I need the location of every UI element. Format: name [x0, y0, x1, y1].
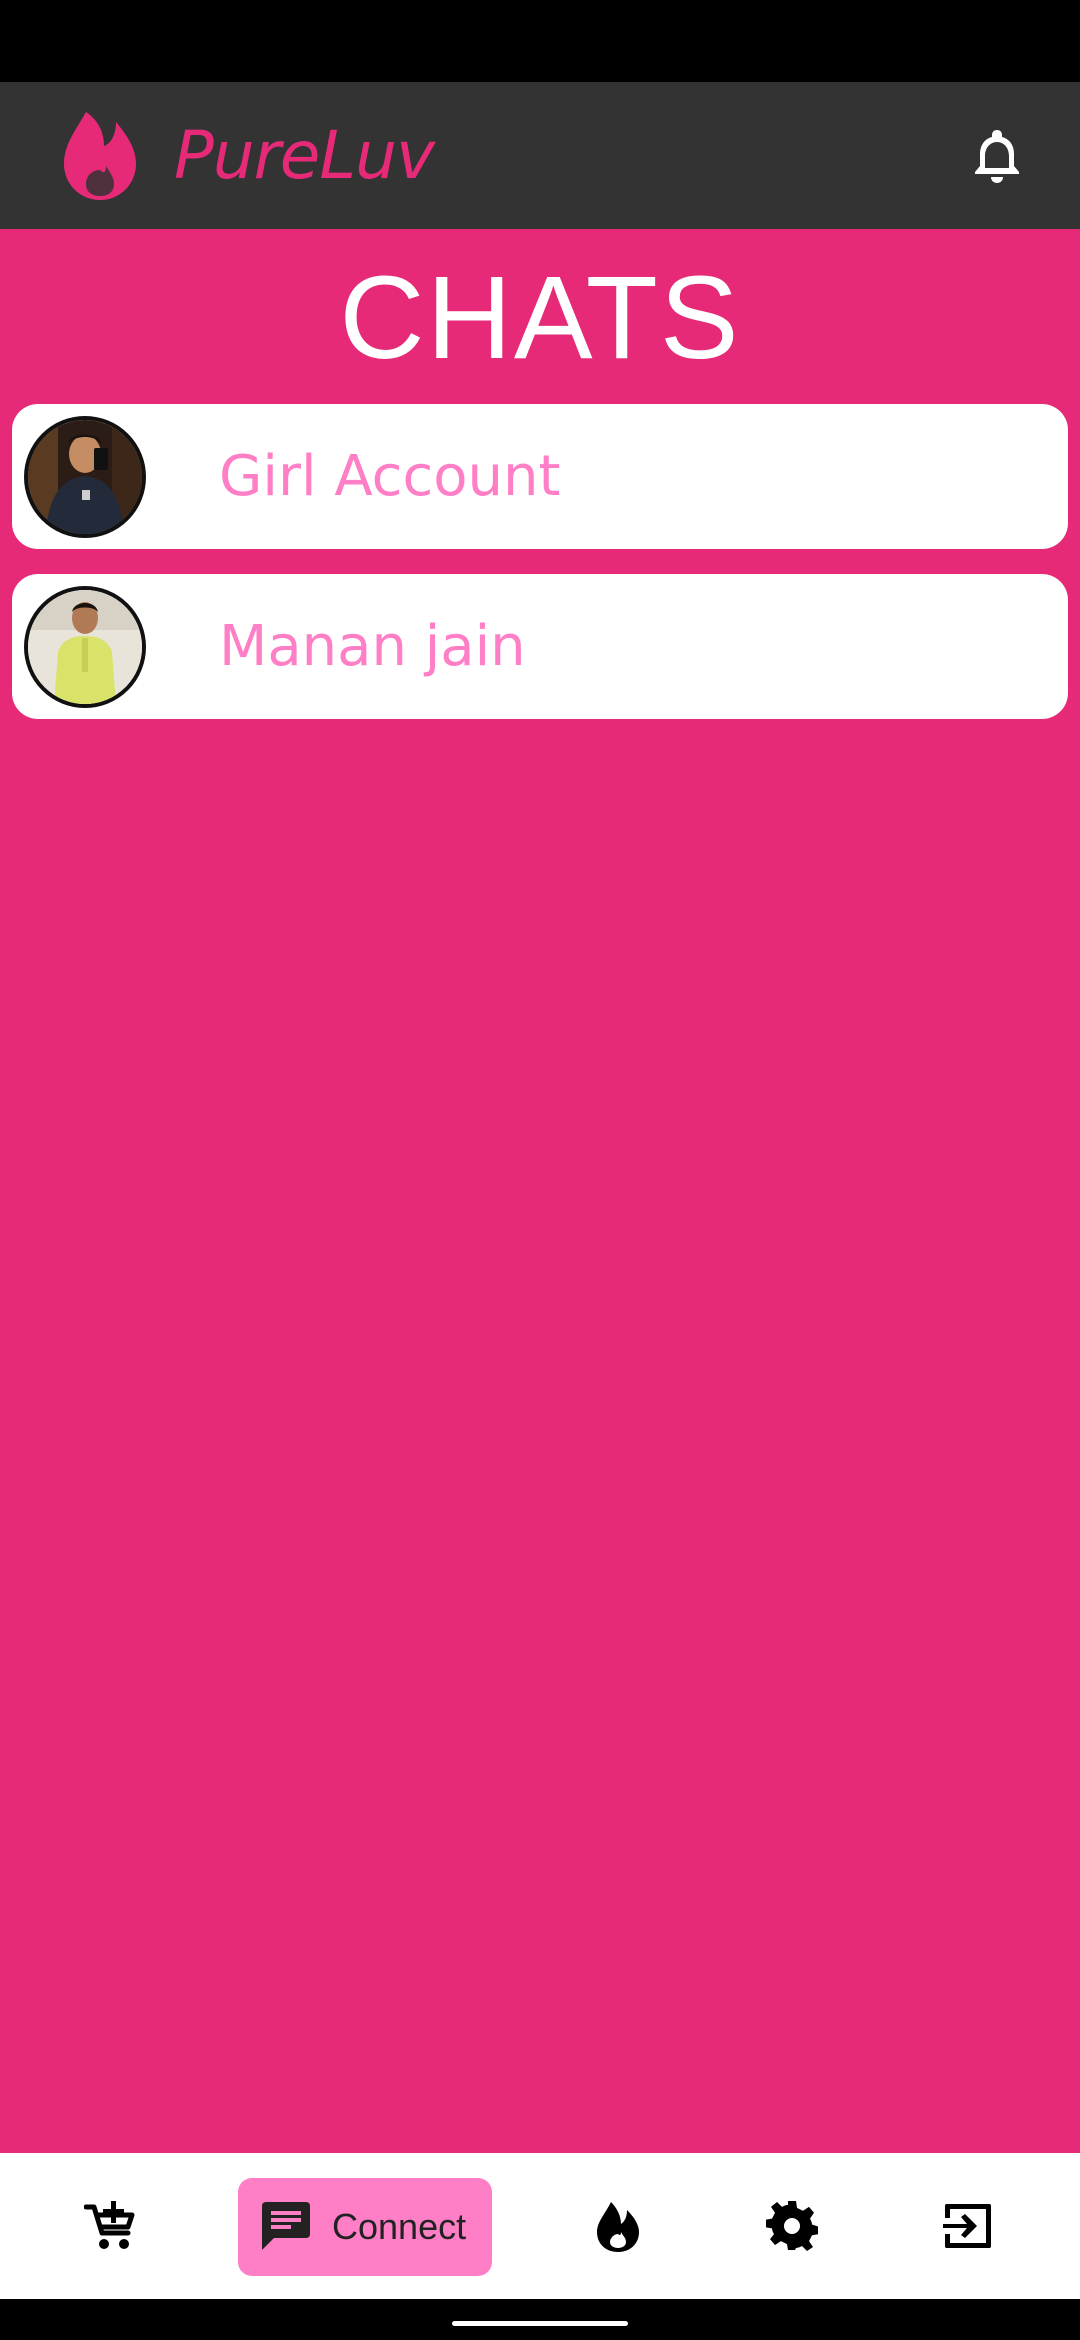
- add-to-cart-icon: [84, 2201, 135, 2249]
- logout-icon: [943, 2204, 991, 2248]
- brand-name: PureLuv: [174, 117, 435, 194]
- nav-shop[interactable]: [60, 2153, 160, 2299]
- flame-icon: [597, 2202, 639, 2252]
- avatar: [24, 416, 146, 538]
- system-navigation-area: [0, 2299, 1080, 2340]
- nav-logout[interactable]: [918, 2153, 1018, 2299]
- chat-name: Girl Account: [219, 444, 561, 509]
- app-header: PureLuv: [0, 82, 1080, 229]
- avatar: [24, 586, 146, 708]
- nav-connect[interactable]: Connect: [238, 2178, 492, 2276]
- avatar-photo: [28, 590, 142, 704]
- page-title: CHATS: [339, 252, 741, 384]
- nav-discover[interactable]: [568, 2153, 668, 2299]
- flame-icon: [64, 112, 136, 200]
- chat-item-manan-jain[interactable]: Manan jain: [12, 574, 1068, 719]
- status-bar: [0, 0, 1080, 82]
- chat-item-girl-account[interactable]: Girl Account: [12, 404, 1068, 549]
- chats-screen: PureLuv CHATS Girl Account Manan jain Co…: [0, 0, 1080, 2340]
- nav-settings[interactable]: [742, 2153, 842, 2299]
- nav-connect-label: Connect: [332, 2206, 467, 2247]
- bottom-nav: Connect: [0, 2153, 1080, 2299]
- chat-list: Girl Account Manan jain: [12, 404, 1068, 744]
- bell-icon[interactable]: [972, 128, 1022, 184]
- home-gesture-handle[interactable]: [452, 2321, 628, 2326]
- chat-icon: [262, 2202, 310, 2250]
- gear-icon: [766, 2200, 818, 2251]
- avatar-photo: [28, 420, 142, 534]
- chat-name: Manan jain: [219, 614, 526, 679]
